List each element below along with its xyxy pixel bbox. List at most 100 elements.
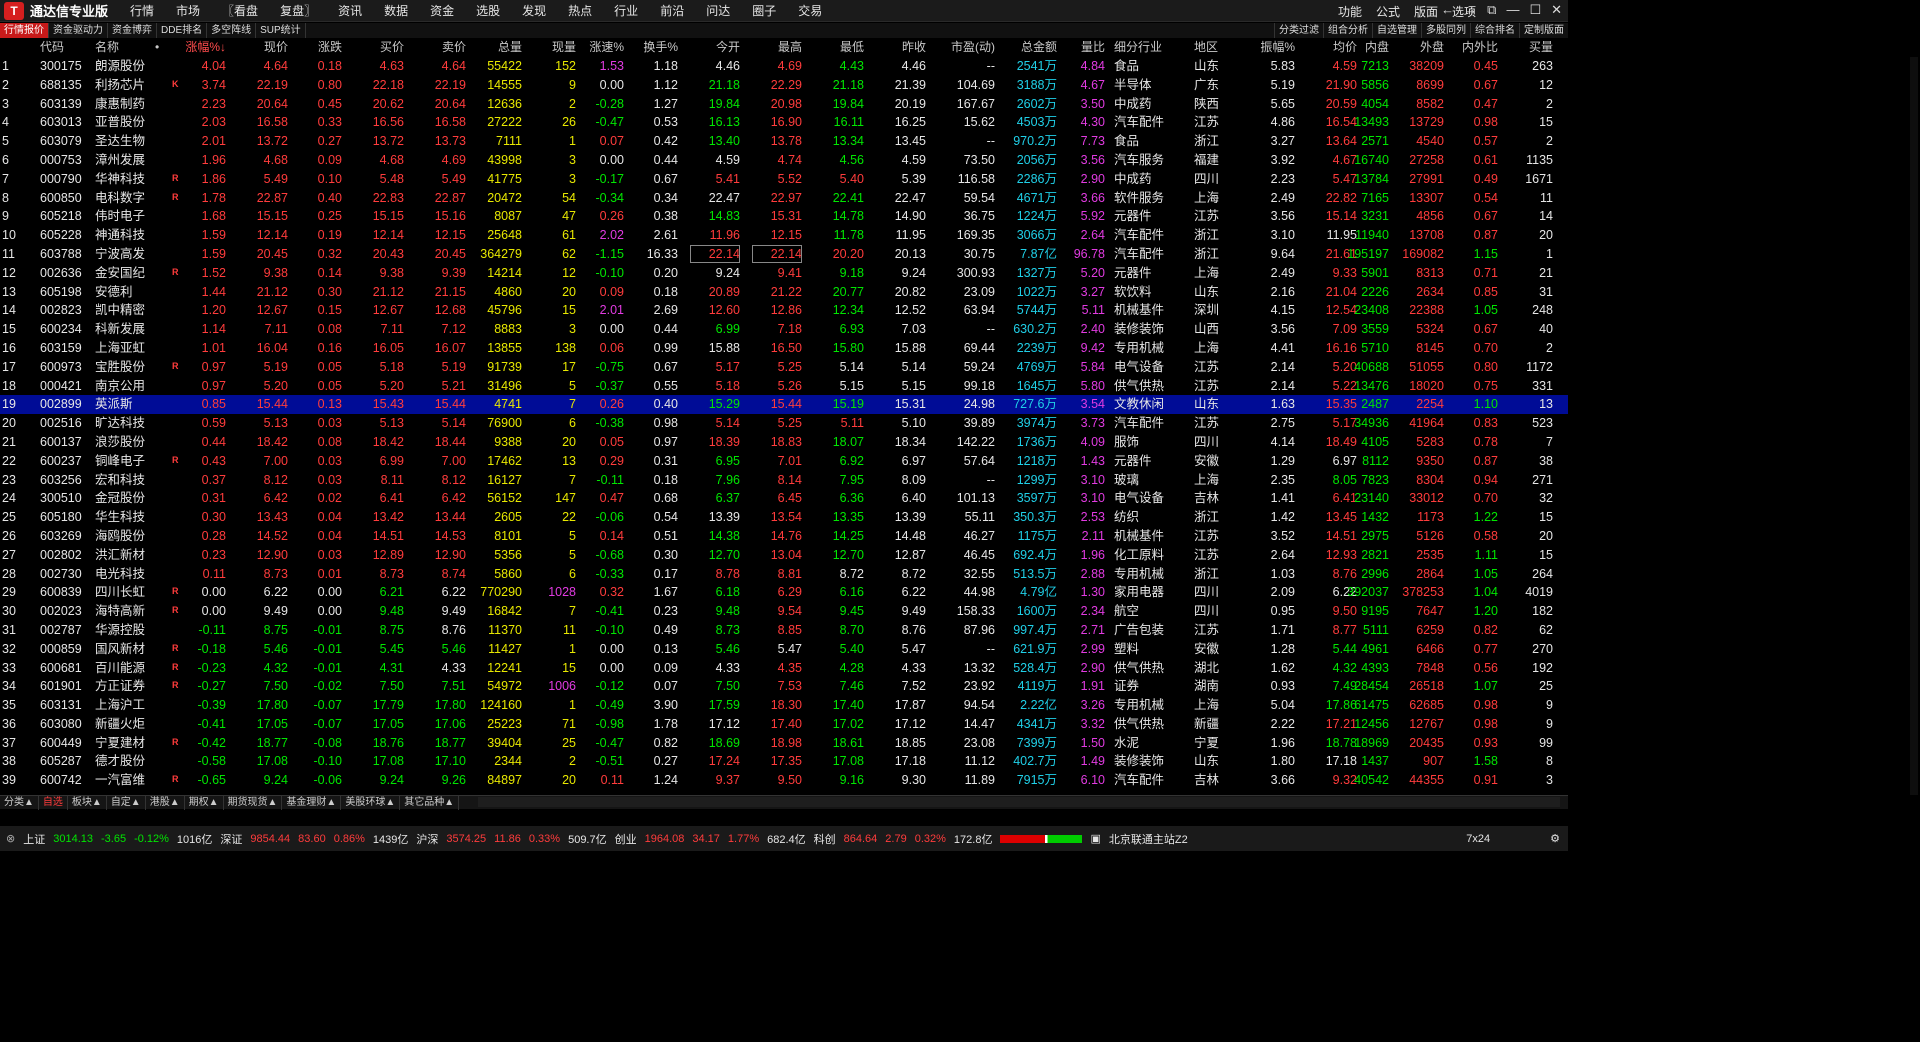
toolbar-tab[interactable]: DDE排名 [157,23,208,38]
table-row[interactable]: 29 600839 四川长虹 R 0.00 6.22 0.00 6.21 6.22 770290 1… [0,583,1568,602]
menu-item[interactable]: 交易 [798,2,822,19]
table-row[interactable]: 38 605287 德才股份 -0.58 17.08 -0.10 17.08 17.10 234… [0,752,1568,771]
menu-item[interactable]: 复盘〗 [280,2,316,19]
column-header[interactable]: 量比 [1060,38,1105,56]
menu-item[interactable]: 前沿 [660,2,684,19]
bottom-tab[interactable]: 期权▲ [185,795,224,810]
column-header[interactable]: • [155,38,170,56]
bottom-tab[interactable]: 板块▲ [68,795,107,810]
bottom-tab[interactable]: 期货现货▲ [224,795,283,810]
toolbar-tab[interactable]: 资金博弈 [108,23,157,38]
column-header[interactable]: 现价 [246,38,288,56]
table-row[interactable]: 12 002636 金安国纪 R 1.52 9.38 0.14 9.38 9.39 14214 12… [0,264,1568,283]
menu-item[interactable]: 发现 [522,2,546,19]
stock-name-cell[interactable]: 德才股份 [95,752,175,770]
stock-name-cell[interactable]: 凯中精密 [95,301,175,319]
table-row[interactable]: 21 600137 浪莎股份 0.44 18.42 0.08 18.42 18.44 9388 2… [0,433,1568,452]
stock-name-cell[interactable]: 上海亚虹 [95,339,175,357]
toolbar-tab[interactable]: SUP统计 [256,23,306,38]
stock-name-cell[interactable]: 电科数字 [95,189,175,207]
toolbar-tab[interactable]: 资金驱动力 [49,23,108,38]
toolbar-tab[interactable]: 多空阵线 [207,23,257,38]
column-header[interactable]: 换手% [630,38,678,56]
column-header[interactable]: 振幅% [1245,38,1295,56]
server-name[interactable]: 北京联通主站Z2 [1109,831,1188,847]
menu-item[interactable]: 圈子 [752,2,776,19]
stock-name-cell[interactable]: 上海沪工 [95,696,175,714]
server-icon[interactable]: ▣ [1090,832,1100,845]
table-row[interactable]: 11 603788 宁波高发 1.59 20.45 0.32 20.43 20.45 36427… [0,244,1568,264]
column-header[interactable]: 最低 [814,38,864,56]
column-header[interactable]: 外盘 [1400,38,1444,56]
table-row[interactable]: 14 002823 凯中精密 1.20 12.67 0.15 12.67 12.68 45796… [0,301,1568,320]
stock-name-cell[interactable]: 新疆火炬 [95,715,175,733]
column-header[interactable]: 地区 [1194,38,1244,56]
table-row[interactable]: 15 600234 科新发展 1.14 7.11 0.08 7.11 7.12 8883 3 0.0… [0,320,1568,339]
status-icon[interactable]: ⊗ [6,832,15,845]
column-header[interactable]: 卖价 [423,38,466,56]
stock-name-cell[interactable]: 金安国纪 [95,264,175,282]
table-row[interactable]: 33 600681 百川能源 R -0.23 4.32 -0.01 4.31 4.33 12241… [0,659,1568,678]
table-row[interactable]: 13 605198 安德利 1.44 21.12 0.30 21.12 21.15 4860 20… [0,283,1568,302]
menu-item[interactable]: 问达 [706,2,730,19]
table-row[interactable]: 32 000859 国风新材 R -0.18 5.46 -0.01 5.45 5.46 11427… [0,640,1568,659]
menu-item[interactable]: 数据 [384,2,408,19]
toolbar-tab[interactable]: 行情报价 [0,23,49,38]
stock-name-cell[interactable]: 洪汇新材 [95,546,175,564]
stock-name-cell[interactable]: 海特高新 [95,602,175,620]
stock-name-cell[interactable]: 百川能源 [95,659,175,677]
stock-name-cell[interactable]: 国风新材 [95,640,175,658]
stock-name-cell[interactable]: 宝胜股份 [95,358,175,376]
table-row[interactable]: 17 600973 宝胜股份 R 0.97 5.19 0.05 5.18 5.19 91739 17… [0,358,1568,377]
column-header[interactable]: 昨收 [876,38,926,56]
column-header[interactable]: 涨幅%↓ [180,38,226,56]
stock-name-cell[interactable]: 电光科技 [95,565,175,583]
stock-name-cell[interactable]: 神通科技 [95,226,175,244]
menu-item[interactable]: 〖看盘 [222,2,258,19]
stock-name-cell[interactable]: 南京公用 [95,377,175,395]
table-row[interactable]: 18 000421 南京公用 0.97 5.20 0.05 5.20 5.21 31496 5 -0… [0,377,1568,396]
stock-name-cell[interactable]: 一汽富维 [95,771,175,789]
table-row[interactable]: 36 603080 新疆火炬 -0.41 17.05 -0.07 17.05 17.06 252… [0,715,1568,734]
table-row[interactable]: 6 000753 漳州发展 1.96 4.68 0.09 4.68 4.69 43998 3 0.0… [0,151,1568,170]
back-icon[interactable]: ← [1441,2,1454,18]
toolbar-right-button[interactable]: 分类过滤 [1274,23,1323,38]
table-row[interactable]: 5 603079 圣达生物 2.01 13.72 0.27 13.72 13.73 7111 1 0… [0,132,1568,151]
bottom-tab[interactable]: 分类▲ [0,795,39,810]
stock-name-cell[interactable]: 圣达生物 [95,132,175,150]
table-row[interactable]: 31 002787 华源控股 -0.11 8.75 -0.01 8.75 8.76 11370 1… [0,621,1568,640]
table-row[interactable]: 2 688135 利扬芯片 K 3.74 22.19 0.80 22.18 22.19 14555… [0,76,1568,95]
table-row[interactable]: 27 002802 洪汇新材 0.23 12.90 0.03 12.89 12.90 5356 5… [0,546,1568,565]
table-row[interactable]: 23 603256 宏和科技 0.37 8.12 0.03 8.11 8.12 16127 7 -0… [0,471,1568,490]
restore-icon[interactable]: ⧉ [1487,2,1496,18]
stock-name-cell[interactable]: 漳州发展 [95,151,175,169]
toolbar-right-button[interactable]: 多股同列 [1421,23,1470,38]
table-row[interactable]: 1 300175 朗源股份 4.04 4.64 0.18 4.63 4.64 55422 152 1… [0,57,1568,76]
column-header[interactable] [2,38,20,56]
table-row[interactable]: 39 600742 一汽富维 R -0.65 9.24 -0.06 9.24 9.26 84897… [0,771,1568,790]
table-row[interactable]: 34 601901 方正证券 R -0.27 7.50 -0.02 7.50 7.51 54972… [0,677,1568,696]
stock-name-cell[interactable]: 华生科技 [95,508,175,526]
table-row[interactable]: 19 002899 英派斯 0.85 15.44 0.13 15.43 15.44 4741 7 0… [0,395,1568,415]
column-header[interactable]: 总金额 [1000,38,1057,56]
menu-item[interactable]: 热点 [568,2,592,19]
stock-name-cell[interactable]: 方正证券 [95,677,175,695]
table-row[interactable]: 20 002516 旷达科技 0.59 5.13 0.03 5.13 5.14 76900 6 -0… [0,414,1568,433]
maximize-icon[interactable]: ☐ [1529,2,1541,18]
table-row[interactable]: 24 300510 金冠股份 0.31 6.42 0.02 6.41 6.42 56152 147… [0,489,1568,508]
stock-name-cell[interactable]: 海鸥股份 [95,527,175,545]
bottom-tab[interactable]: 其它品种▲ [400,795,460,810]
bottom-tab[interactable]: 港股▲ [146,795,185,810]
table-row[interactable]: 26 603269 海鸥股份 0.28 14.52 0.04 14.51 14.53 8101 5… [0,527,1568,546]
stock-name-cell[interactable]: 科新发展 [95,320,175,338]
close-icon[interactable]: ✕ [1551,2,1562,18]
stock-name-cell[interactable]: 亚普股份 [95,113,175,131]
stock-name-cell[interactable]: 利扬芯片 [95,76,175,94]
forward-icon[interactable]: → [1464,2,1477,18]
stock-name-cell[interactable]: 铜峰电子 [95,452,175,470]
horizontal-scrollbar[interactable] [478,797,1560,807]
stock-name-cell[interactable]: 安德利 [95,283,175,301]
table-row[interactable]: 7 000790 华神科技 R 1.86 5.49 0.10 5.48 5.49 41775 3 -0… [0,170,1568,189]
bottom-tab[interactable]: 基金理财▲ [282,795,342,810]
toolbar-right-button[interactable]: 综合排名 [1470,23,1519,38]
